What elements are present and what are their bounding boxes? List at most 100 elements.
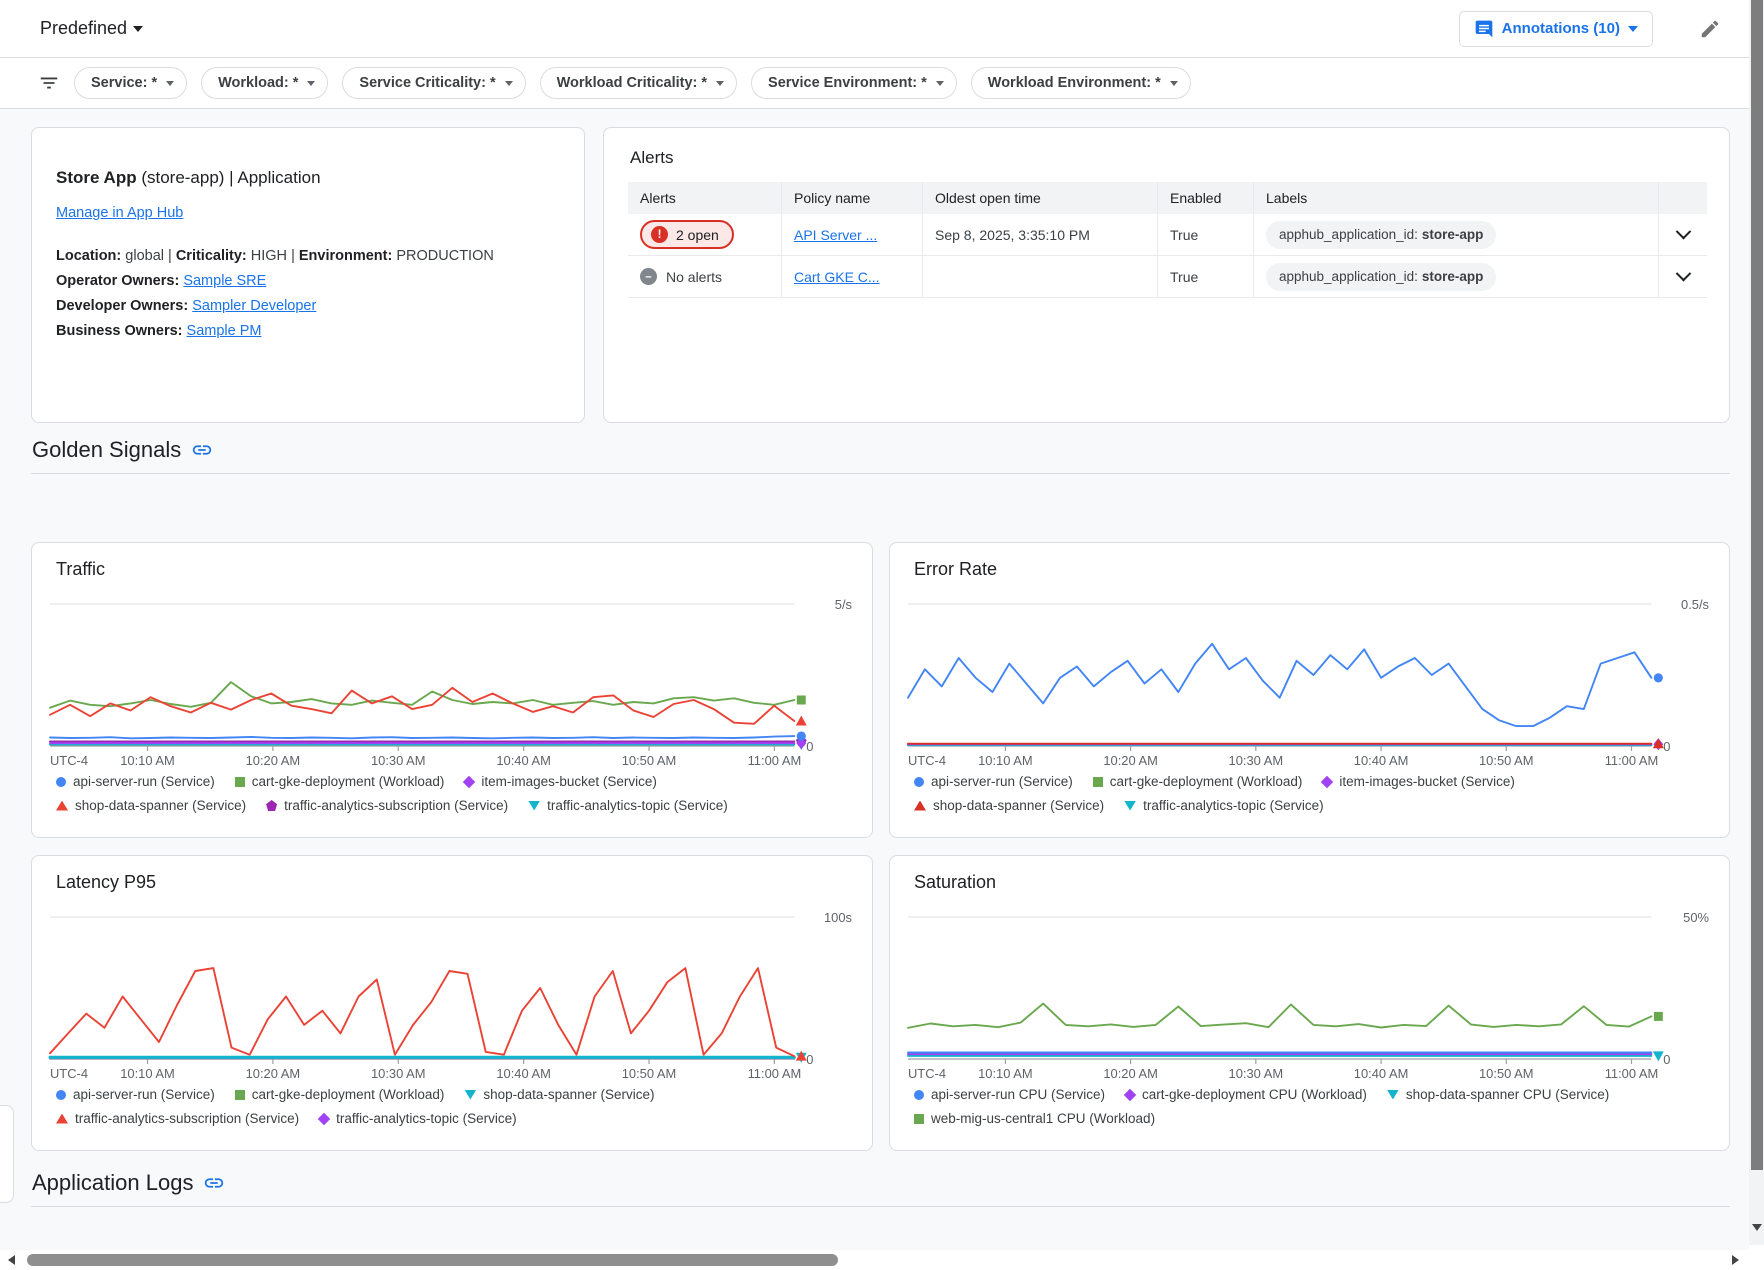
- diamond-marker-icon: [463, 775, 475, 787]
- svg-text:11:00 AM: 11:00 AM: [748, 1066, 802, 1081]
- svg-text:0.5/s: 0.5/s: [1681, 597, 1710, 612]
- legend-item: cart-gke-deployment (Workload): [1093, 774, 1303, 789]
- developer-owners-line: Developer Owners: Sampler Developer: [56, 294, 560, 319]
- column-header-alerts: Alerts: [628, 182, 782, 214]
- legend-series-label: shop-data-spanner (Service): [933, 798, 1104, 813]
- legend-item: shop-data-spanner (Service): [464, 1087, 654, 1102]
- legend-item: traffic-analytics-subscription (Service): [56, 1111, 299, 1126]
- legend-series-label: api-server-run CPU (Service): [931, 1087, 1105, 1102]
- filter-icon: [38, 72, 60, 94]
- square-marker-icon: [235, 1090, 245, 1100]
- policy-name-link[interactable]: API Server ...: [794, 227, 877, 243]
- svg-text:100s: 100s: [824, 910, 853, 925]
- filter-chip-workload-criticality[interactable]: Workload Criticality: *: [540, 67, 737, 99]
- chart-title: Saturation: [914, 872, 1713, 893]
- chevron-down-icon: [716, 81, 724, 86]
- legend-series-label: traffic-analytics-topic (Service): [547, 798, 728, 813]
- alerts-card-title: Alerts: [630, 148, 1707, 168]
- svg-text:UTC-4: UTC-4: [50, 1066, 88, 1081]
- filter-chip-service[interactable]: Service: *: [74, 67, 187, 99]
- expand-row-chevron-icon[interactable]: [1675, 224, 1691, 240]
- circle-marker-icon: [914, 777, 924, 787]
- section-divider: [31, 1206, 1730, 1207]
- legend-series-label: shop-data-spanner (Service): [483, 1087, 654, 1102]
- column-header-oldest-open-time: Oldest open time: [923, 182, 1158, 214]
- legend-series-label: traffic-analytics-subscription (Service): [284, 798, 508, 813]
- diamond-marker-icon: [318, 1112, 330, 1124]
- triangle-down-marker-icon: [464, 1090, 476, 1100]
- svg-text:10:30 AM: 10:30 AM: [371, 1066, 426, 1081]
- application-logs-section-header: Application Logs: [32, 1170, 1730, 1196]
- svg-text:10:30 AM: 10:30 AM: [1229, 1066, 1284, 1081]
- triangle-down-marker-icon: [1124, 801, 1136, 811]
- square-marker-icon: [235, 777, 245, 787]
- triangle-down-marker-icon: [528, 801, 540, 811]
- legend-series-label: shop-data-spanner (Service): [75, 798, 246, 813]
- policy-name-link[interactable]: Cart GKE C...: [794, 269, 880, 285]
- scroll-left-arrow-icon[interactable]: [8, 1255, 15, 1265]
- scroll-down-arrow-icon[interactable]: [1752, 1224, 1762, 1231]
- business-owner-link[interactable]: Sample PM: [187, 323, 262, 339]
- application-info-card: Store App (store-app) | Application Mana…: [31, 127, 585, 423]
- alert-row-cart-gke: – No alerts Cart GKE C... True apphub_ap…: [628, 256, 1707, 298]
- scroll-right-arrow-icon[interactable]: [1732, 1255, 1739, 1265]
- operator-owner-link[interactable]: Sample SRE: [183, 273, 266, 289]
- traffic-chart-card: Traffic 5/s0UTC-410:10 AM10:20 AM10:30 A…: [31, 542, 873, 838]
- svg-text:0: 0: [1663, 1052, 1670, 1067]
- vertical-scrollbar-thumb[interactable]: [1751, 0, 1763, 1170]
- horizontal-scrollbar[interactable]: [0, 1250, 1749, 1270]
- filter-chip-service-criticality[interactable]: Service Criticality: *: [342, 67, 525, 99]
- legend-series-label: api-server-run (Service): [931, 774, 1073, 789]
- alerts-table: Alerts Policy name Oldest open time Enab…: [628, 182, 1707, 298]
- svg-text:10:10 AM: 10:10 AM: [120, 1066, 175, 1081]
- filter-chip-service-environment[interactable]: Service Environment: *: [751, 67, 957, 99]
- alert-error-icon: !: [651, 226, 668, 243]
- alert-status-text: No alerts: [666, 269, 722, 285]
- svg-text:10:20 AM: 10:20 AM: [1103, 1066, 1158, 1081]
- expand-row-chevron-icon[interactable]: [1675, 266, 1691, 282]
- legend-series-label: traffic-analytics-subscription (Service): [75, 1111, 299, 1126]
- column-header-labels: Labels: [1254, 182, 1659, 214]
- column-header-expand: [1659, 182, 1707, 214]
- no-alerts-icon: –: [640, 268, 657, 285]
- filter-chip-workload-environment[interactable]: Workload Environment: *: [971, 67, 1191, 99]
- chart-legend: api-server-run CPU (Service)cart-gke-dep…: [914, 1087, 1713, 1126]
- svg-text:50%: 50%: [1683, 910, 1709, 925]
- alerts-table-header: Alerts Policy name Oldest open time Enab…: [628, 182, 1707, 214]
- annotations-button[interactable]: Annotations (10): [1459, 11, 1653, 47]
- diamond-marker-icon: [1321, 775, 1333, 787]
- collapsed-side-panel-handle[interactable]: [0, 1105, 14, 1203]
- filter-chip-label: Workload Environment: *: [988, 75, 1161, 91]
- svg-text:UTC-4: UTC-4: [908, 753, 946, 768]
- legend-series-label: cart-gke-deployment (Workload): [1110, 774, 1303, 789]
- legend-item: api-server-run CPU (Service): [914, 1087, 1105, 1102]
- triangle-up-marker-icon: [56, 801, 68, 811]
- link-icon[interactable]: [203, 1172, 225, 1194]
- link-icon[interactable]: [191, 439, 213, 461]
- svg-text:10:40 AM: 10:40 AM: [1354, 753, 1409, 768]
- application-title: Store App (store-app) | Application: [56, 168, 560, 188]
- filter-chip-workload[interactable]: Workload: *: [201, 67, 328, 99]
- dashboard-content: Store App (store-app) | Application Mana…: [0, 109, 1749, 1270]
- view-selector-dropdown[interactable]: Predefined: [40, 18, 143, 39]
- edit-dashboard-button[interactable]: [1699, 18, 1721, 40]
- alert-row-api-server: ! 2 open API Server ... Sep 8, 2025, 3:3…: [628, 214, 1707, 256]
- legend-item: api-server-run (Service): [56, 1087, 215, 1102]
- toolbar-actions: Annotations (10): [1459, 11, 1721, 47]
- operator-owners-line: Operator Owners: Sample SRE: [56, 269, 560, 294]
- legend-item: shop-data-spanner (Service): [914, 798, 1104, 813]
- svg-text:11:00 AM: 11:00 AM: [1605, 753, 1659, 768]
- svg-text:10:50 AM: 10:50 AM: [1479, 753, 1534, 768]
- horizontal-scrollbar-thumb[interactable]: [27, 1254, 838, 1266]
- svg-text:10:10 AM: 10:10 AM: [978, 1066, 1033, 1081]
- vertical-scrollbar[interactable]: [1749, 0, 1764, 1270]
- legend-series-label: traffic-analytics-topic (Service): [336, 1111, 517, 1126]
- square-marker-icon: [914, 1114, 924, 1124]
- developer-owner-link[interactable]: Sampler Developer: [192, 298, 316, 314]
- view-selector-label: Predefined: [40, 18, 127, 39]
- legend-item: traffic-analytics-subscription (Service): [266, 798, 508, 813]
- manage-in-app-hub-link[interactable]: Manage in App Hub: [56, 205, 183, 221]
- legend-series-label: shop-data-spanner CPU (Service): [1406, 1087, 1609, 1102]
- business-owners-line: Business Owners: Sample PM: [56, 319, 560, 344]
- legend-series-label: item-images-bucket (Service): [481, 774, 657, 789]
